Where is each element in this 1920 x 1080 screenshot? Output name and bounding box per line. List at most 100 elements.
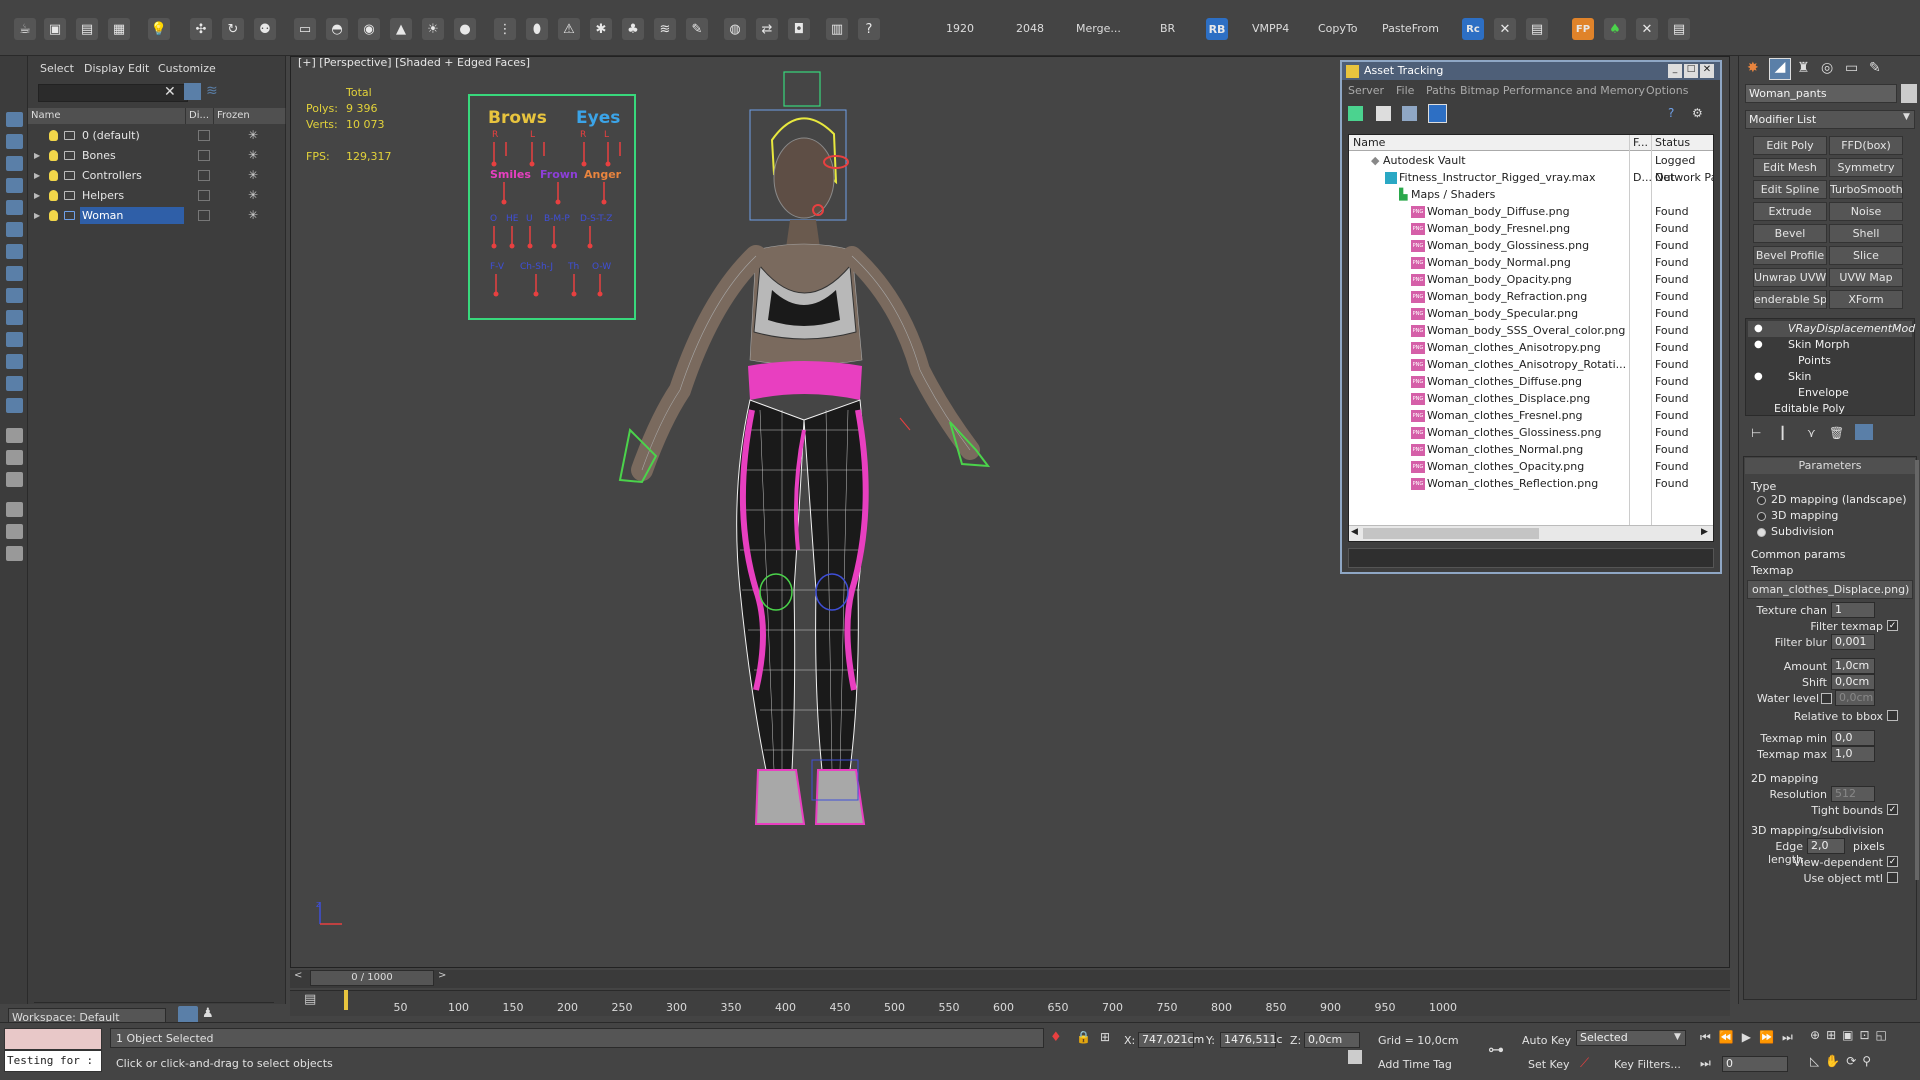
parameters-header[interactable]: Parameters — [1745, 458, 1915, 474]
grid-icon[interactable]: ⋮ — [494, 18, 516, 40]
y-coordinate-input[interactable]: 1476,511c — [1220, 1032, 1283, 1048]
field-of-view-icon[interactable]: ◺ — [1810, 1054, 1825, 1068]
panel-scrollbar[interactable] — [1915, 460, 1919, 880]
asset-row-file[interactable]: PNG Woman_body_Opacity.png Found — [1349, 271, 1713, 288]
texmap-min-input[interactable]: 0,0 — [1831, 730, 1875, 746]
current-frame-input[interactable]: 0 — [1722, 1056, 1788, 1072]
bulb-icon[interactable] — [49, 210, 58, 221]
fan-icon[interactable]: ✣ — [190, 18, 212, 40]
menu-customize[interactable]: Customize — [158, 62, 216, 75]
configure-sets-icon[interactable] — [1855, 424, 1873, 440]
layer-row-helpers[interactable]: ▶ Helpers ✳ — [28, 186, 286, 205]
display-spacewarps-icon[interactable] — [6, 244, 23, 259]
scene-converter-icon[interactable]: ▥ — [826, 18, 848, 40]
mini-curve-editor-icon[interactable]: ▤ — [304, 992, 324, 1010]
hierarchy-tab-icon[interactable]: ♜ — [1797, 60, 1815, 78]
toolbar-vmpp4[interactable]: VMPP4 — [1252, 22, 1289, 35]
next-frame-icon[interactable]: ⏩ — [1759, 1030, 1782, 1044]
capsule-icon[interactable]: ⬮ — [526, 18, 548, 40]
display-box-icon[interactable] — [198, 170, 210, 181]
show-end-result-icon[interactable]: ┃ — [1779, 426, 1786, 440]
render-setup-icon[interactable]: ▣ — [44, 18, 66, 40]
col-display[interactable]: Di... — [186, 108, 214, 124]
rotate-icon[interactable]: ↻ — [222, 18, 244, 40]
pin-stack-icon[interactable]: ⊢ — [1751, 426, 1761, 440]
adaptive-degradation-icon[interactable] — [1348, 1050, 1362, 1064]
make-unique-icon[interactable]: ⋎ — [1807, 426, 1816, 440]
modifier-edit-mesh-button[interactable]: Edit Mesh — [1753, 158, 1827, 177]
select-none-icon[interactable] — [6, 450, 23, 465]
filter-toggle-icon[interactable] — [184, 83, 201, 100]
expand-arrow-icon[interactable]: ▶ — [34, 206, 40, 225]
stack-points[interactable]: Points — [1758, 353, 1916, 369]
freeze-icon[interactable]: ✳ — [248, 166, 258, 185]
play-icon[interactable]: ▶ — [1742, 1030, 1759, 1044]
modifier-stack[interactable]: VRayDisplacementMod Skin Morph Points Sk… — [1745, 318, 1915, 416]
display-containers-icon[interactable] — [6, 332, 23, 347]
asset-row-file[interactable]: PNG Woman_body_Fresnel.png Found — [1349, 220, 1713, 237]
display-shapes-icon[interactable] — [6, 156, 23, 171]
set-key-icon[interactable]: ⊶ — [1488, 1040, 1504, 1059]
asset-list[interactable]: Name F... Status ◆ Autodesk Vault Logged… — [1348, 134, 1714, 542]
asset-row-file[interactable]: PNG Woman_clothes_Normal.png Found — [1349, 441, 1713, 458]
asset-row-file[interactable]: PNG Woman_clothes_Glossiness.png Found — [1349, 424, 1713, 441]
playback-controls[interactable]: ⏮⏪▶⏩⏭ — [1700, 1030, 1801, 1045]
col-frozen[interactable]: Frozen — [214, 108, 286, 124]
current-frame-marker[interactable] — [344, 990, 348, 1010]
stack-skin[interactable]: Skin — [1758, 369, 1916, 385]
asset-path-field[interactable] — [1348, 548, 1714, 568]
display-all-icon[interactable] — [6, 398, 23, 413]
texture-chan-input[interactable]: 1 — [1831, 602, 1875, 618]
freeze-icon[interactable]: ✳ — [248, 126, 258, 145]
menu-select[interactable]: Select — [40, 62, 74, 75]
list-view-icon[interactable] — [1376, 106, 1391, 121]
modifier-extrude-button[interactable]: Extrude — [1753, 202, 1827, 221]
asset-row-maps[interactable]: ▙ Maps / Shaders — [1349, 186, 1713, 203]
time-slider-bar[interactable] — [290, 970, 1730, 988]
hierarchy-icon[interactable] — [6, 524, 23, 539]
layer-row-woman[interactable]: ▶ Woman ✳ — [28, 206, 286, 225]
key-set-dropdown[interactable]: Selected — [1576, 1030, 1686, 1046]
layer-row-default[interactable]: 0 (default) ✳ — [28, 126, 286, 145]
layer-name[interactable]: Woman — [80, 207, 184, 224]
scatter-icon[interactable]: ✕ — [1636, 18, 1658, 40]
asset-row-file[interactable]: PNG Woman_body_Refraction.png Found — [1349, 288, 1713, 305]
scrollbar-thumb[interactable] — [1363, 528, 1539, 539]
modify-tab-icon[interactable]: ◢ — [1769, 58, 1791, 80]
display-frozen-icon[interactable] — [6, 354, 23, 369]
bulb-icon[interactable] — [49, 190, 58, 201]
radio-3d-mapping[interactable] — [1757, 512, 1766, 521]
toolbar-copyto[interactable]: CopyTo — [1318, 22, 1357, 35]
zoom-all-icon[interactable]: ⊞ — [1826, 1028, 1842, 1042]
edge-length-input[interactable]: 2,0 — [1807, 838, 1845, 854]
display-helpers-icon[interactable] — [6, 222, 23, 237]
proxy-icon[interactable]: ⚠ — [558, 18, 580, 40]
motion-tab-icon[interactable]: ◎ — [1821, 60, 1839, 78]
asset-row-file[interactable]: PNG Woman_clothes_Fresnel.png Found — [1349, 407, 1713, 424]
modifier-bevel-button[interactable]: Bevel — [1753, 224, 1827, 243]
layer-name[interactable]: Bones — [80, 147, 184, 164]
toolbar-br[interactable]: BR — [1160, 22, 1175, 35]
texmap-button[interactable]: oman_clothes_Displace.png) — [1747, 580, 1913, 599]
stack-vraydisplacementmod[interactable]: VRayDisplacementMod — [1748, 321, 1915, 337]
add-time-tag-button[interactable]: Add Time Tag — [1378, 1058, 1452, 1071]
modifier-shell-button[interactable]: Shell — [1829, 224, 1903, 243]
asset-row-file[interactable]: PNG Woman_clothes_Displace.png Found — [1349, 390, 1713, 407]
bulb-icon[interactable]: ● — [1754, 371, 1763, 382]
time-slider[interactable]: 0 / 1000 — [310, 970, 434, 986]
display-lights-icon[interactable] — [6, 178, 23, 193]
asset-tracking-window[interactable]: Asset Tracking _ □ ✕ Server File Paths B… — [1340, 60, 1722, 574]
lock-icon[interactable]: 🔒 — [1076, 1030, 1091, 1044]
sphere-light-icon[interactable]: ◉ — [358, 18, 380, 40]
water-level-checkbox[interactable] — [1821, 693, 1832, 704]
pan-icon[interactable]: ✋ — [1825, 1054, 1846, 1068]
settings-icon[interactable]: ⚙ — [1692, 106, 1707, 121]
asset-menu-bitmap[interactable]: Bitmap Performance and Memory — [1460, 84, 1645, 97]
bulb-icon[interactable] — [49, 150, 58, 161]
object-color-swatch[interactable] — [1901, 84, 1917, 103]
zoom-extents-all-icon[interactable]: ⊡ — [1859, 1028, 1875, 1042]
display-geometry-icon[interactable] — [6, 134, 23, 149]
rb-button[interactable]: RB — [1206, 18, 1228, 40]
fur-icon[interactable]: ✱ — [590, 18, 612, 40]
option-3d-mapping[interactable]: 3D mapping — [1771, 509, 1838, 522]
